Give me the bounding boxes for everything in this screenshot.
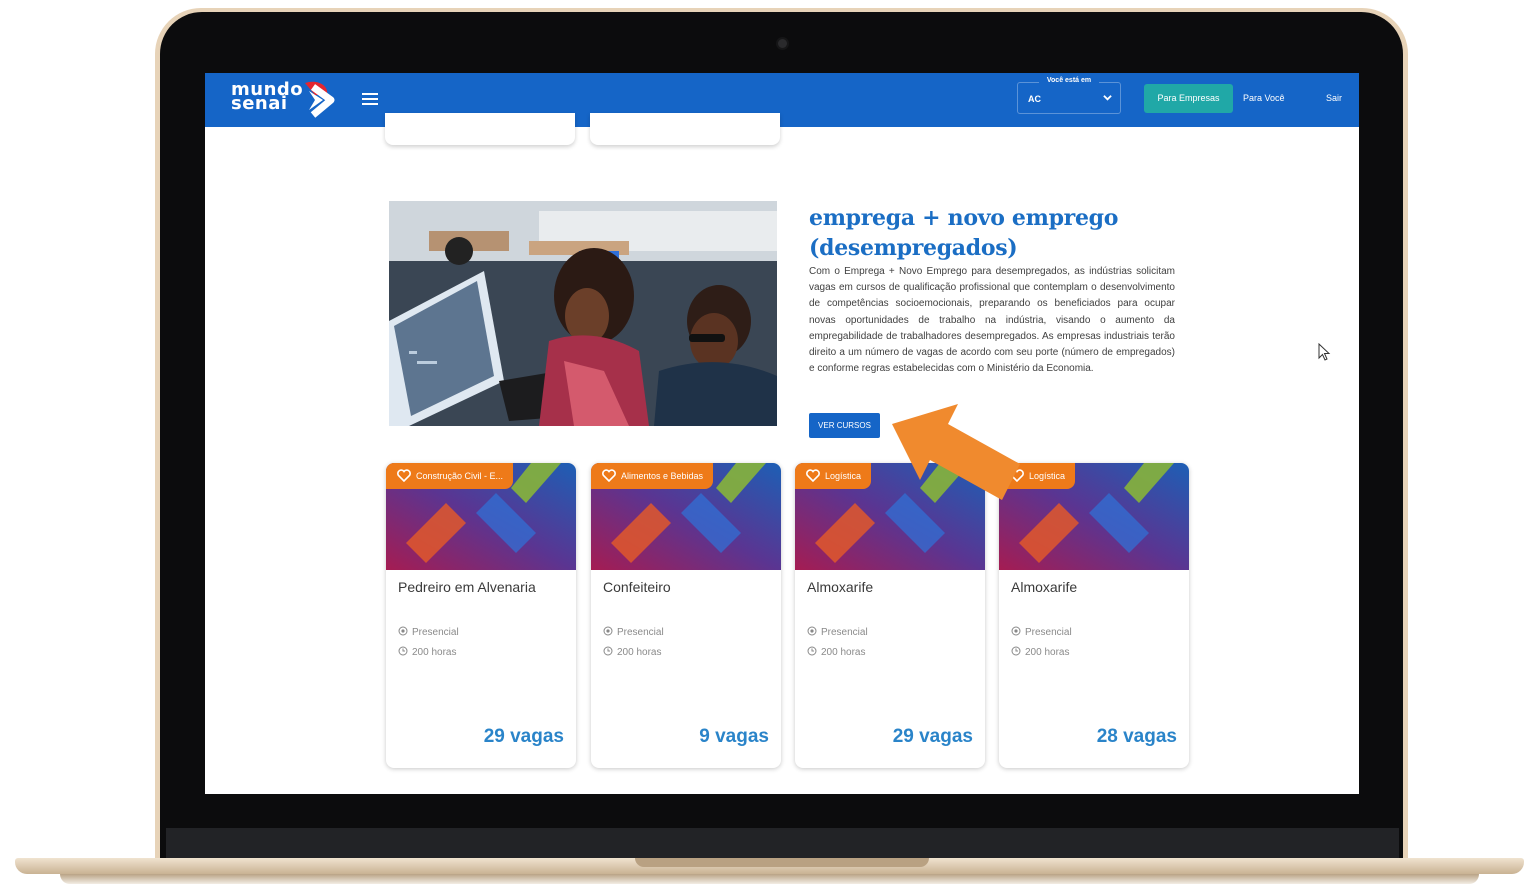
laptop-bezel-bottom bbox=[166, 828, 1399, 858]
course-title: Almoxarife bbox=[807, 579, 874, 595]
course-card[interactable]: Logística Almoxarife Presencial 200 hora… bbox=[999, 463, 1189, 768]
laptop-base-shadow bbox=[60, 874, 1479, 884]
category-tag-label: Logística bbox=[1029, 471, 1066, 481]
course-hours-label: 200 horas bbox=[617, 647, 662, 658]
annotation-arrow bbox=[892, 404, 1020, 500]
course-hours: 200 horas bbox=[603, 646, 661, 658]
course-title: Pedreiro em Alvenaria bbox=[398, 579, 536, 595]
mouse-cursor-icon bbox=[1318, 343, 1331, 361]
feature-title-line-1: emprega + novo emprego bbox=[809, 205, 1119, 231]
feature-description: Com o Emprega + Novo Emprego para desemp… bbox=[809, 266, 1175, 375]
course-hours: 200 horas bbox=[807, 646, 865, 658]
course-mode: Presencial bbox=[1011, 626, 1072, 638]
clock-icon bbox=[1011, 646, 1021, 656]
location-icon bbox=[398, 626, 408, 636]
course-title: Almoxarife bbox=[1011, 579, 1078, 595]
webcam bbox=[778, 39, 787, 48]
state-select[interactable]: AC bbox=[1017, 82, 1121, 114]
feature-title: emprega + novo emprego (desempregados) bbox=[809, 203, 1179, 263]
course-hours-label: 200 horas bbox=[821, 647, 866, 658]
category-tag-label: Construção Civil - E... bbox=[416, 471, 504, 481]
heart-icon[interactable] bbox=[397, 469, 411, 482]
previous-card-bottom bbox=[385, 113, 575, 145]
course-hours: 200 horas bbox=[398, 646, 456, 658]
location-icon bbox=[603, 626, 613, 636]
course-mode: Presencial bbox=[398, 626, 459, 638]
sair-button[interactable]: Sair bbox=[1326, 84, 1342, 113]
course-card[interactable]: Alimentos e Bebidas Confeiteiro Presenci… bbox=[591, 463, 781, 768]
state-select-label: Você está em bbox=[1039, 77, 1099, 84]
course-hours-label: 200 horas bbox=[1025, 647, 1070, 658]
para-voce-button[interactable]: Para Você bbox=[1243, 84, 1285, 113]
clock-icon bbox=[398, 646, 408, 656]
course-vagas: 29 vagas bbox=[892, 726, 973, 747]
course-title: Confeiteiro bbox=[603, 579, 671, 595]
course-vagas: 9 vagas bbox=[699, 726, 769, 747]
course-mode: Presencial bbox=[603, 626, 664, 638]
menu-icon[interactable] bbox=[362, 91, 378, 107]
state-select-value: AC bbox=[1028, 94, 1041, 104]
category-tag-label: Alimentos e Bebidas bbox=[621, 471, 704, 481]
logo-mark-icon bbox=[305, 81, 335, 118]
top-navbar: mundo senai AC Você está em Para Empresa… bbox=[205, 73, 1359, 127]
logo-wordmark: mundo senai bbox=[231, 81, 303, 113]
course-mode: Presencial bbox=[807, 626, 868, 638]
chevron-down-icon bbox=[1103, 95, 1112, 101]
category-tag: Logística bbox=[795, 463, 872, 489]
course-vagas: 28 vagas bbox=[1096, 726, 1177, 747]
course-hours-label: 200 horas bbox=[412, 647, 457, 658]
course-card[interactable]: Construção Civil - E... Pedreiro em Alve… bbox=[386, 463, 576, 768]
course-mode-label: Presencial bbox=[617, 627, 664, 638]
location-icon bbox=[1011, 626, 1021, 636]
clock-icon bbox=[603, 646, 613, 656]
laptop-notch bbox=[635, 858, 929, 867]
previous-card-bottom bbox=[590, 113, 780, 145]
course-vagas: 29 vagas bbox=[483, 726, 564, 747]
feature-title-line-2: (desempregados) bbox=[809, 235, 1018, 261]
course-mode-label: Presencial bbox=[1025, 627, 1072, 638]
course-mode-label: Presencial bbox=[821, 627, 868, 638]
screen: mundo senai AC Você está em Para Empresa… bbox=[205, 73, 1359, 794]
course-hours: 200 horas bbox=[1011, 646, 1069, 658]
location-icon bbox=[807, 626, 817, 636]
category-tag: Alimentos e Bebidas bbox=[591, 463, 714, 489]
mundo-senai-logo[interactable]: mundo senai bbox=[231, 77, 341, 123]
category-tag-label: Logística bbox=[825, 471, 862, 481]
heart-icon[interactable] bbox=[602, 469, 616, 482]
course-mode-label: Presencial bbox=[412, 627, 459, 638]
clock-icon bbox=[807, 646, 817, 656]
ver-cursos-button[interactable]: VER CURSOS bbox=[809, 413, 880, 438]
hero-photo bbox=[389, 201, 777, 426]
heart-icon[interactable] bbox=[806, 469, 820, 482]
category-tag: Construção Civil - E... bbox=[386, 463, 514, 489]
para-empresas-button[interactable]: Para Empresas bbox=[1144, 84, 1233, 113]
course-card[interactable]: Logística Almoxarife Presencial 200 hora… bbox=[795, 463, 985, 768]
